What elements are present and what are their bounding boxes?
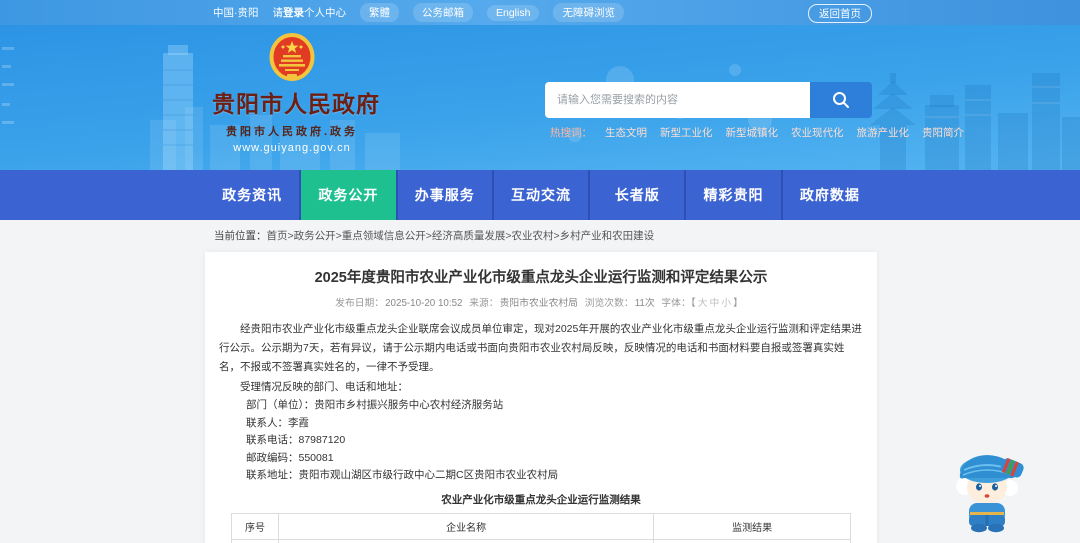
- site-banner: 贵阳市人民政府 贵阳市人民政府.政务 www.guiyang.gov.cn 热搜…: [0, 25, 1080, 170]
- breadcrumb: 当前位置： 首页>政务公开>重点领域信息公开>经济高质量发展>农业农村>乡村产业…: [0, 220, 1080, 251]
- contact-address: 联系地址：贵阳市观山湖区市级行政中心二期C区贵阳市农业农村局: [246, 469, 559, 481]
- official-mail-link[interactable]: 公务邮箱: [413, 3, 473, 22]
- nav-tab-zhangzheban[interactable]: 长者版: [590, 170, 685, 220]
- font-bracket: 【: [690, 298, 696, 309]
- national-emblem-icon: [269, 33, 315, 81]
- nav-tab-jingcai-guiyang[interactable]: 精彩贵阳: [686, 170, 781, 220]
- column-header-no: 序号: [231, 512, 279, 540]
- font-bracket: 】: [733, 298, 743, 309]
- publish-date: 2025-10-20 10:52: [385, 298, 463, 309]
- login-link[interactable]: 请登录个人中心: [273, 5, 347, 20]
- column-header-company: 企业名称: [277, 512, 655, 540]
- breadcrumb-label: 当前位置：: [214, 230, 267, 242]
- publish-date-label: 发布日期：: [335, 298, 385, 309]
- hot-word-link[interactable]: 新型城镇化: [726, 125, 779, 140]
- site-url: www.guiyang.gov.cn: [233, 142, 351, 154]
- source-label: 来源：: [469, 298, 499, 309]
- font-size-large-button[interactable]: 大: [698, 298, 708, 309]
- article-meta: 发布日期：2025-10-20 10:52 来源：贵阳市农业农村局 浏览次数：1…: [219, 295, 863, 309]
- hot-word-link[interactable]: 生态文明: [605, 125, 647, 140]
- topbar-links: 中国·贵阳 请登录个人中心 繁體 公务邮箱 English 无障碍浏览: [213, 3, 624, 22]
- font-size-label: 字体：: [661, 298, 691, 309]
- views-value: 11次: [634, 298, 655, 309]
- city-skyline-decoration: [2, 45, 1080, 170]
- contact-department: 部门（单位）：贵阳市乡村振兴服务中心农村经济服务站: [246, 399, 504, 411]
- back-to-home-button[interactable]: 返回首页: [808, 4, 872, 23]
- hot-word-link[interactable]: 新型工业化: [660, 125, 713, 140]
- table-header-row: 序号 企业名称 监测结果: [231, 512, 851, 540]
- article-paragraph: 经贵阳市农业产业化市级重点龙头企业联席会议成员单位审定，现对2025年开展的农业…: [219, 323, 862, 373]
- article-paragraph: 受理情况反映的部门、电话和地址：: [240, 381, 408, 393]
- nav-tab-zhengwu-zixun[interactable]: 政务资讯: [205, 170, 300, 220]
- english-link[interactable]: English: [487, 4, 540, 21]
- source-value: 贵阳市农业农村局: [499, 298, 578, 309]
- search-bar: [545, 82, 872, 118]
- search-button[interactable]: [810, 82, 872, 118]
- monitor-result: 合格: [653, 538, 851, 543]
- site-title: 贵阳市人民政府: [212, 91, 380, 117]
- breadcrumb-path[interactable]: 首页>政务公开>重点领域信息公开>经济高质量发展>农业农村>乡村产业和农田建设: [267, 228, 655, 243]
- nav-tab-hudong-jiaoliu[interactable]: 互动交流: [493, 170, 589, 220]
- page: 中国·贵阳 请登录个人中心 繁體 公务邮箱 English 无障碍浏览 返回首页: [0, 0, 1080, 543]
- search-input[interactable]: [545, 82, 810, 118]
- font-size-small-button[interactable]: 小: [721, 298, 731, 309]
- search-icon: [833, 92, 849, 108]
- article-title: 2025年度贵阳市农业产业化市级重点龙头企业运行监测和评定结果公示: [314, 270, 768, 286]
- guiyang-mascot-icon[interactable]: [948, 448, 1030, 536]
- contact-person: 联系人：李霞: [246, 416, 309, 429]
- main-navigation: 政务资讯 政务公开 办事服务 互动交流 长者版 精彩贵阳 政府数据: [0, 170, 1080, 220]
- nav-tab-zhengwu-gongkai[interactable]: 政务公开: [301, 170, 396, 220]
- nav-items: 政务资讯 政务公开 办事服务 互动交流 长者版 精彩贵阳 政府数据: [205, 170, 877, 220]
- article-body: 经贵阳市农业产业化市级重点龙头企业联席会议成员单位审定，现对2025年开展的农业…: [219, 320, 863, 543]
- accessibility-link[interactable]: 无障碍浏览: [553, 3, 624, 22]
- contact-phone: 联系电话：87987120: [246, 434, 346, 446]
- nav-tab-banshi-fuwu[interactable]: 办事服务: [397, 170, 492, 220]
- site-logo-block[interactable]: 贵阳市人民政府 贵阳市人民政府.政务 www.guiyang.gov.cn: [212, 33, 380, 154]
- hot-word-link[interactable]: 农业现代化: [791, 125, 844, 140]
- column-header-result: 监测结果: [653, 512, 851, 540]
- hot-search-label: 热搜词：: [550, 127, 592, 139]
- contact-postcode: 邮政编码：550081: [246, 451, 334, 464]
- views-label: 浏览次数：: [584, 298, 634, 309]
- region-link[interactable]: 中国·贵阳: [213, 5, 259, 20]
- row-no: 1: [231, 538, 279, 543]
- traditional-chinese-link[interactable]: 繁體: [360, 3, 399, 22]
- hot-word-link[interactable]: 旅游产业化: [857, 125, 910, 140]
- nav-tab-zhengfu-shuju[interactable]: 政府数据: [782, 170, 877, 220]
- hot-word-link[interactable]: 贵阳简介: [922, 125, 964, 140]
- monitoring-result-table: 序号 企业名称 监测结果 1 贵州合力超市采购有限公司 合格 2 贵州友禾种业有…: [231, 512, 851, 543]
- site-subtitle: 贵阳市人民政府.政务: [225, 126, 359, 138]
- table-row: 1 贵州合力超市采购有限公司 合格: [231, 538, 851, 543]
- top-utility-bar: 中国·贵阳 请登录个人中心 繁體 公务邮箱 English 无障碍浏览 返回首页: [0, 0, 1080, 25]
- article-card: 2025年度贵阳市农业产业化市级重点龙头企业运行监测和评定结果公示 发布日期：2…: [205, 252, 877, 543]
- table-caption: 农业产业化市级重点龙头企业运行监测结果: [441, 493, 641, 506]
- hot-search-words: 热搜词： 生态文明 新型工业化 新型城镇化 农业现代化 旅游产业化 贵阳简介: [550, 125, 964, 140]
- company-name: 贵州合力超市采购有限公司: [277, 538, 655, 543]
- font-size-medium-button[interactable]: 中: [709, 298, 719, 309]
